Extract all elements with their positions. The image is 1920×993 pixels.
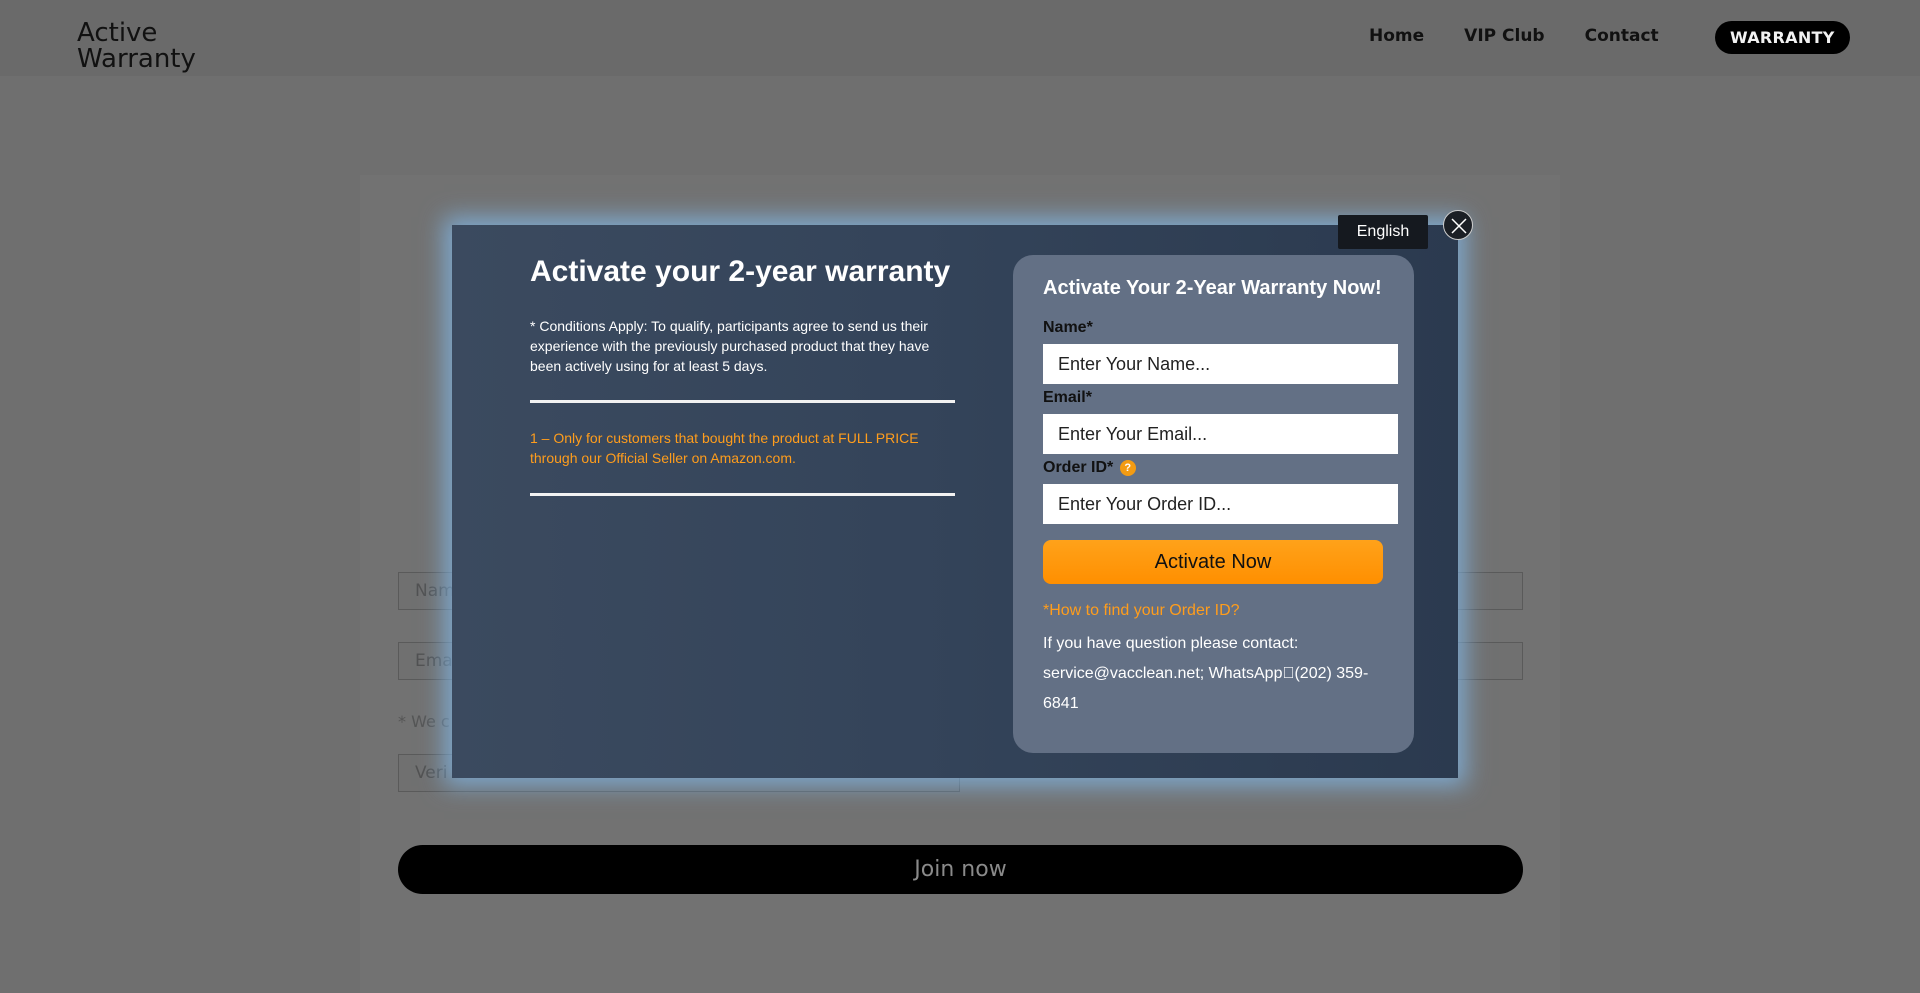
language-selector[interactable]: English: [1338, 215, 1428, 249]
activation-form-card: Activate Your 2-Year Warranty Now! Name*…: [1013, 255, 1414, 753]
main-nav: Home VIP Club Contact: [1369, 26, 1659, 46]
order-label: Order ID*: [1043, 459, 1114, 476]
price-note: 1 – Only for customers that bought the p…: [530, 430, 919, 466]
logo-line2: Warranty: [77, 44, 196, 74]
name-input[interactable]: [1043, 344, 1398, 384]
nav-home[interactable]: Home: [1369, 26, 1424, 46]
conditions-text: * Conditions Apply: To qualify, particip…: [530, 318, 930, 374]
divider-top: [530, 400, 955, 403]
order-label-row: Order ID* ?: [1043, 459, 1136, 477]
logo-line1: Active: [77, 18, 158, 48]
name-label: Name*: [1043, 319, 1093, 336]
nav-vip-club[interactable]: VIP Club: [1464, 26, 1544, 46]
modal-title: Activate your 2-year warranty: [530, 255, 951, 288]
activate-now-button[interactable]: Activate Now: [1043, 540, 1383, 584]
bg-note: * We c: [398, 712, 450, 731]
close-icon: [1451, 218, 1467, 234]
help-icon[interactable]: ?: [1119, 460, 1136, 476]
divider-bottom: [530, 493, 955, 496]
email-label: Email*: [1043, 389, 1092, 406]
email-input[interactable]: [1043, 414, 1398, 454]
modal-close-button[interactable]: [1443, 210, 1473, 240]
site-header: Active Warranty Home VIP Club Contact WA…: [0, 0, 1920, 76]
contact-info: If you have question please contact: ser…: [1043, 635, 1369, 712]
join-now-button[interactable]: Join now: [398, 845, 1523, 894]
nav-contact[interactable]: Contact: [1585, 26, 1659, 46]
order-id-input[interactable]: [1043, 484, 1398, 524]
nav-warranty-button[interactable]: WARRANTY: [1715, 21, 1850, 54]
find-order-id-link[interactable]: *How to find your Order ID?: [1043, 602, 1240, 620]
site-logo[interactable]: Active Warranty: [77, 20, 196, 72]
form-title: Activate Your 2-Year Warranty Now!: [1043, 277, 1382, 299]
warranty-modal: Activate your 2-year warranty * Conditio…: [452, 225, 1458, 778]
